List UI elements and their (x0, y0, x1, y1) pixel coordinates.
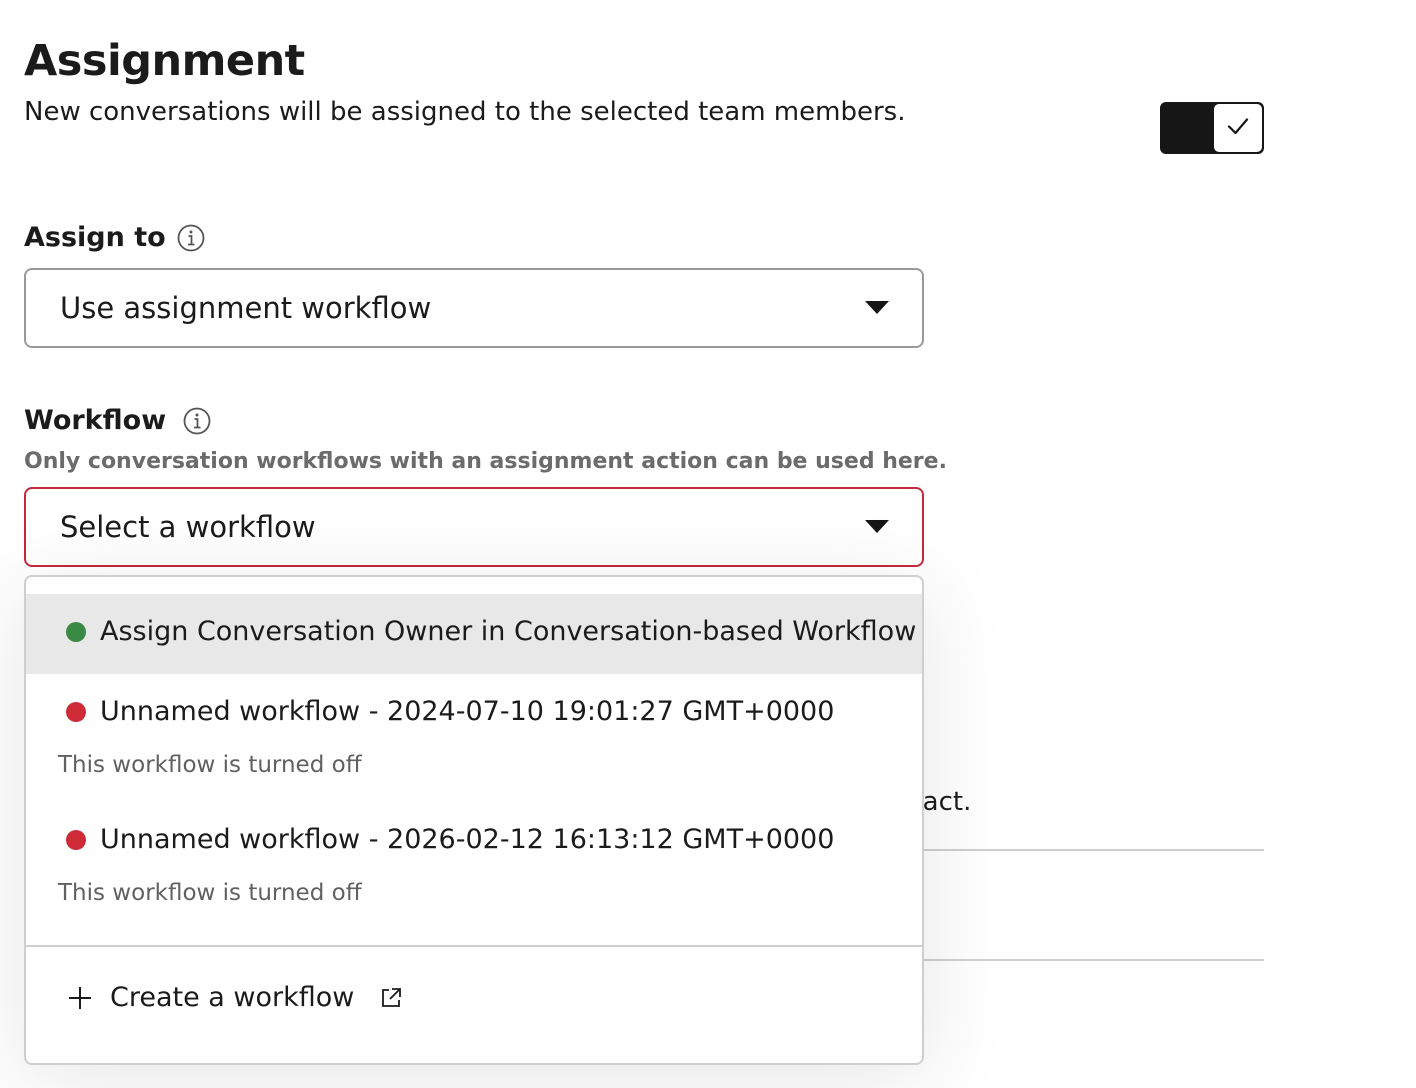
workflow-placeholder: Select a workflow (60, 510, 316, 544)
status-dot-icon (66, 621, 86, 642)
workflow-option-name: Assign Conversation Owner in Conversatio… (100, 616, 917, 647)
workflow-select[interactable]: Select a workflow (24, 487, 924, 567)
assignment-toggle[interactable] (1160, 102, 1264, 154)
assign-to-select[interactable]: Use assignment workflow (24, 268, 924, 348)
assign-to-label-text: Assign to (24, 222, 166, 253)
toggle-knob (1214, 104, 1262, 152)
menu-divider (26, 945, 922, 947)
divider (922, 959, 1264, 961)
workflow-dropdown-menu: Assign Conversation Owner in Conversatio… (24, 575, 924, 1065)
assign-to-label: Assign to (24, 221, 206, 255)
page-description: New conversations will be assigned to th… (24, 97, 906, 127)
workflow-option[interactable]: Unnamed workflow - 2026-02-12 16:13:12 G… (26, 802, 922, 930)
plus-icon (66, 984, 94, 1012)
external-link-icon (378, 985, 404, 1011)
workflow-hint: Only conversation workflows with an assi… (24, 449, 947, 474)
workflow-label: Workflow (24, 404, 212, 438)
workflow-option-name: Unnamed workflow - 2026-02-12 16:13:12 G… (100, 824, 835, 855)
chevron-down-icon (865, 520, 889, 533)
assign-to-selected-value: Use assignment workflow (60, 291, 432, 325)
workflow-option-status: This workflow is turned off (58, 880, 362, 906)
background-text: ntact. (922, 787, 972, 817)
workflow-option[interactable]: Assign Conversation Owner in Conversatio… (26, 594, 922, 674)
info-icon[interactable] (182, 406, 212, 436)
workflow-option-status: This workflow is turned off (58, 752, 362, 778)
workflow-label-text: Workflow (24, 405, 167, 436)
page-title: Assignment (24, 36, 305, 86)
info-icon[interactable] (176, 223, 206, 253)
status-dot-icon (66, 829, 86, 850)
status-dot-icon (66, 701, 86, 722)
chevron-down-icon (865, 301, 889, 314)
create-workflow-button[interactable]: Create a workflow (66, 982, 404, 1013)
create-workflow-label: Create a workflow (110, 982, 355, 1013)
workflow-option-name: Unnamed workflow - 2024-07-10 19:01:27 G… (100, 696, 835, 727)
divider (922, 849, 1264, 851)
check-icon (1225, 113, 1251, 143)
workflow-option[interactable]: Unnamed workflow - 2024-07-10 19:01:27 G… (26, 674, 922, 802)
